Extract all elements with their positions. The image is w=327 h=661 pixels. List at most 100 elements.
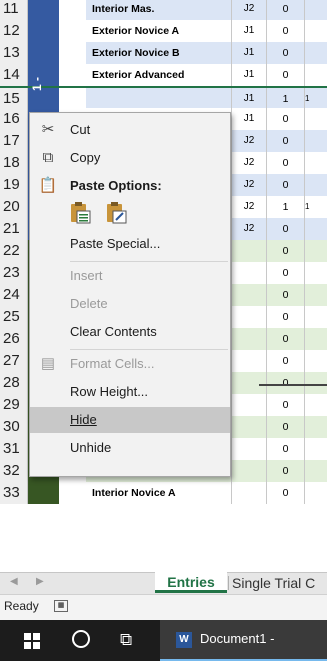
value-cell[interactable]: 0 — [267, 372, 305, 394]
code-cell[interactable]: J1 — [232, 88, 267, 110]
code-cell[interactable]: J1 — [232, 64, 267, 86]
row-header[interactable]: 15 — [0, 88, 28, 110]
value-cell[interactable]: 0 — [267, 130, 305, 152]
extra-cell[interactable] — [305, 482, 327, 504]
value-cell[interactable]: 0 — [267, 350, 305, 372]
row-header[interactable]: 11 — [0, 0, 28, 20]
extra-cell[interactable] — [305, 0, 327, 20]
extra-cell[interactable] — [305, 64, 327, 86]
extra-cell[interactable]: 1 — [305, 88, 327, 110]
row-header[interactable]: 33 — [0, 482, 28, 504]
row-header[interactable]: 22 — [0, 240, 28, 262]
tab-scroll-left-icon[interactable]: ◀ — [10, 576, 18, 587]
code-cell[interactable]: J2 — [232, 130, 267, 152]
paste-option-keep-format-button[interactable] — [68, 201, 94, 227]
row-header[interactable]: 17 — [0, 130, 28, 152]
name-cell[interactable] — [86, 88, 232, 110]
code-cell[interactable]: J2 — [232, 174, 267, 196]
extra-cell[interactable] — [305, 262, 327, 284]
row-header[interactable]: 21 — [0, 218, 28, 240]
menu-item-paste-special[interactable]: Paste Special... — [30, 231, 230, 257]
value-cell[interactable]: 0 — [267, 108, 305, 130]
value-cell[interactable]: 0 — [267, 174, 305, 196]
value-cell[interactable]: 0 — [267, 152, 305, 174]
code-cell[interactable] — [232, 306, 267, 328]
row-header[interactable]: 13 — [0, 42, 28, 64]
row-header[interactable]: 20 — [0, 196, 28, 218]
value-cell[interactable]: 0 — [267, 306, 305, 328]
value-cell[interactable]: 0 — [267, 284, 305, 306]
name-cell[interactable]: Exterior Novice B — [86, 42, 232, 64]
row-header[interactable]: 23 — [0, 262, 28, 284]
extra-cell[interactable] — [305, 130, 327, 152]
row-header[interactable]: 31 — [0, 438, 28, 460]
name-cell[interactable]: Exterior Advanced — [86, 64, 232, 86]
extra-cell[interactable] — [305, 328, 327, 350]
code-cell[interactable] — [232, 328, 267, 350]
row-header[interactable]: 28 — [0, 372, 28, 394]
value-cell[interactable]: 0 — [267, 460, 305, 482]
code-cell[interactable] — [232, 284, 267, 306]
macro-record-icon[interactable]: ▦ — [54, 600, 68, 612]
tab-single-trial[interactable]: Single Trial C — [232, 573, 315, 594]
code-cell[interactable] — [232, 438, 267, 460]
marker-cell[interactable] — [59, 482, 86, 504]
task-view-icon[interactable]: ⧉ — [120, 630, 132, 650]
row-header[interactable]: 24 — [0, 284, 28, 306]
name-cell[interactable]: Interior Mas. — [86, 0, 232, 20]
row-header[interactable]: 18 — [0, 152, 28, 174]
code-cell[interactable] — [232, 350, 267, 372]
value-cell[interactable]: 1 — [267, 196, 305, 218]
extra-cell[interactable] — [305, 108, 327, 130]
extra-cell[interactable] — [305, 152, 327, 174]
extra-cell[interactable] — [305, 42, 327, 64]
marker-cell[interactable]: ✕ — [59, 20, 135, 42]
extra-cell[interactable] — [305, 394, 327, 416]
value-cell[interactable]: 0 — [267, 42, 305, 64]
extra-cell[interactable] — [305, 460, 327, 482]
value-cell[interactable]: 0 — [267, 394, 305, 416]
row-header[interactable]: 30 — [0, 416, 28, 438]
value-cell[interactable]: 0 — [267, 328, 305, 350]
code-cell[interactable] — [232, 240, 267, 262]
code-cell[interactable]: J2 — [232, 0, 267, 20]
row-header[interactable]: 14 — [0, 64, 28, 86]
code-cell[interactable] — [232, 460, 267, 482]
extra-cell[interactable] — [305, 240, 327, 262]
value-cell[interactable]: 1 — [267, 88, 305, 110]
extra-cell[interactable] — [305, 372, 327, 394]
value-cell[interactable]: 0 — [267, 482, 305, 504]
taskbar-word-app[interactable]: W Document1 - — [160, 620, 327, 661]
search-circle-icon[interactable] — [72, 630, 90, 648]
code-cell[interactable] — [232, 394, 267, 416]
extra-cell[interactable] — [305, 284, 327, 306]
code-cell[interactable]: J2 — [232, 218, 267, 240]
menu-item-unhide[interactable]: Unhide — [30, 435, 230, 461]
marker-cell[interactable]: ✕ — [59, 64, 135, 86]
paste-option-values-button[interactable] — [104, 201, 130, 227]
value-cell[interactable]: 0 — [267, 416, 305, 438]
marker-cell[interactable]: ✕ — [59, 42, 135, 64]
extra-cell[interactable] — [305, 20, 327, 42]
tab-entries[interactable]: Entries — [155, 572, 227, 593]
value-cell[interactable]: 0 — [267, 262, 305, 284]
code-cell[interactable] — [232, 482, 267, 504]
code-cell[interactable]: J1 — [232, 108, 267, 130]
extra-cell[interactable] — [305, 438, 327, 460]
code-cell[interactable] — [232, 372, 267, 394]
code-cell[interactable]: J2 — [232, 152, 267, 174]
extra-cell[interactable] — [305, 350, 327, 372]
code-cell[interactable]: J2 — [232, 196, 267, 218]
extra-cell[interactable] — [305, 416, 327, 438]
row-header[interactable]: 32 — [0, 460, 28, 482]
row-header[interactable]: 19 — [0, 174, 28, 196]
value-cell[interactable]: 0 — [267, 20, 305, 42]
value-cell[interactable]: 0 — [267, 64, 305, 86]
code-cell[interactable]: J1 — [232, 42, 267, 64]
row-header[interactable]: 27 — [0, 350, 28, 372]
row-header[interactable]: 16 — [0, 108, 28, 130]
code-cell[interactable] — [232, 262, 267, 284]
menu-item-clear-contents[interactable]: Clear Contents — [30, 319, 230, 345]
extra-cell[interactable] — [305, 218, 327, 240]
menu-item-hide[interactable]: Hide — [30, 407, 230, 433]
